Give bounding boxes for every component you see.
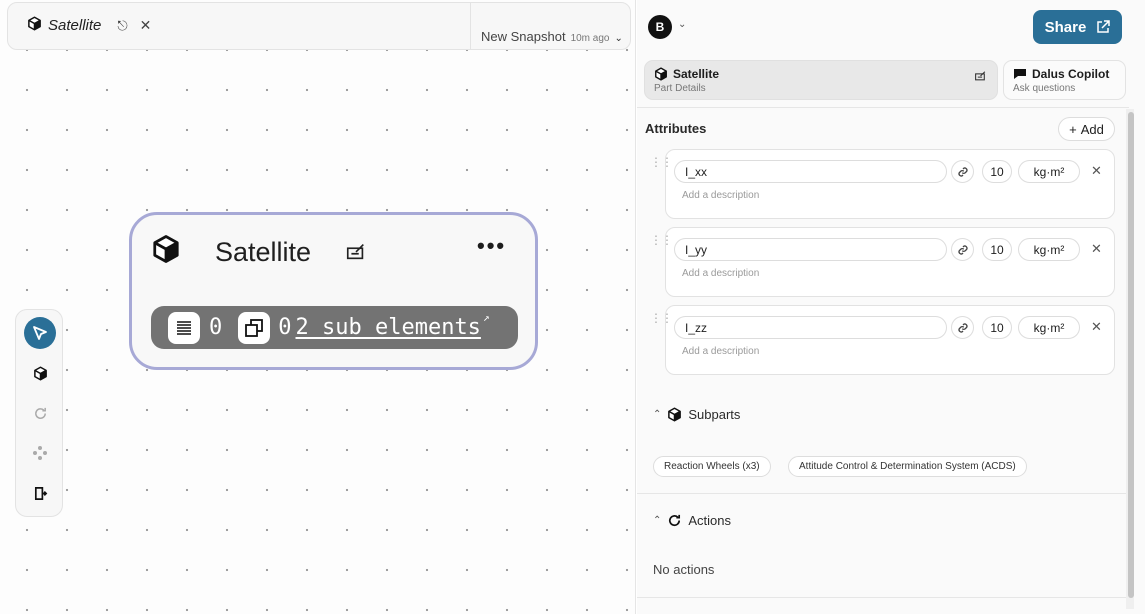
attribute-row: ⋮⋮ I_yy 10 kg·m² ✕ Add a description — [650, 227, 1115, 297]
tool-palette — [15, 309, 63, 517]
subparts-heading: Subparts — [688, 407, 741, 422]
snapshot-label: New Snapshot — [481, 29, 566, 44]
drag-handle-icon[interactable]: ⋮⋮ — [650, 156, 673, 168]
attribute-value-field[interactable]: 10 — [982, 238, 1012, 261]
attribute-value-field[interactable]: 10 — [982, 160, 1012, 183]
close-tab-icon[interactable]: ✕ — [140, 17, 152, 34]
diagram-canvas[interactable]: Satellite ⎋ ✕ New Snapshot 10m ago ⌄ Sat… — [0, 0, 636, 614]
cube-icon — [655, 67, 667, 81]
no-actions-text: No actions — [653, 562, 715, 577]
pin-icon[interactable]: ⎋ — [117, 18, 127, 34]
refresh-icon — [34, 407, 46, 419]
add-label: Add — [1080, 121, 1104, 137]
drag-handle-icon[interactable]: ⋮⋮ — [650, 312, 673, 324]
satellite-node[interactable]: Satellite ••• 0 0 2 sub elements ↗ — [129, 212, 538, 370]
exit-door-icon — [34, 486, 47, 500]
external-link-icon: ↗ — [482, 311, 490, 324]
cube-icon — [33, 366, 47, 380]
select-tool-button[interactable] — [24, 317, 56, 349]
attribute-value-field[interactable]: 10 — [982, 316, 1012, 339]
snapshot-time: 10m ago — [570, 33, 610, 44]
connect-tool-button[interactable] — [24, 437, 56, 469]
divider — [637, 107, 1129, 108]
subpart-chip[interactable]: Reaction Wheels (x3) — [653, 456, 771, 477]
connect-nodes-icon — [33, 446, 47, 460]
attribute-row: ⋮⋮ I_zz 10 kg·m² ✕ Add a description — [650, 305, 1115, 375]
chevron-up-icon: ⌃ — [653, 409, 662, 420]
tab-title: Dalus Copilot — [1032, 67, 1110, 81]
actions-section-toggle[interactable]: ⌃ Actions — [653, 513, 731, 528]
attribute-description-field[interactable]: Add a description — [682, 346, 759, 357]
edit-icon[interactable] — [974, 69, 987, 87]
tab-part-details[interactable]: Satellite Part Details — [644, 60, 998, 100]
part-count: 0 — [278, 315, 292, 340]
part-tool-button[interactable] — [24, 357, 56, 389]
details-panel: B ⌄ Share Satellite Part Details Dalus C… — [637, 0, 1145, 614]
user-avatar[interactable]: B — [648, 15, 672, 39]
edit-icon[interactable] — [345, 240, 367, 267]
remove-attribute-icon[interactable]: ✕ — [1091, 319, 1102, 335]
tab-subtitle: Ask questions — [1013, 83, 1076, 94]
plus-icon: + — [1069, 121, 1077, 137]
subparts-section-toggle[interactable]: ⌃ Subparts — [653, 407, 740, 422]
node-summary-bar: 0 0 2 sub elements ↗ — [151, 306, 518, 349]
attribute-name-field[interactable]: I_xx — [674, 160, 947, 183]
add-attribute-button[interactable]: + Add — [1058, 117, 1115, 141]
drag-handle-icon[interactable]: ⋮⋮ — [650, 234, 673, 246]
attribute-unit-select[interactable]: kg·m² — [1018, 316, 1080, 339]
attribute-description-field[interactable]: Add a description — [682, 190, 759, 201]
attribute-description-field[interactable]: Add a description — [682, 268, 759, 279]
divider — [470, 3, 471, 49]
snapshot-dropdown[interactable]: New Snapshot 10m ago ⌄ — [481, 29, 623, 44]
link-icon[interactable] — [951, 160, 974, 183]
actions-heading: Actions — [688, 513, 732, 528]
divider — [637, 493, 1126, 494]
tab-dalus-copilot[interactable]: Dalus Copilot Ask questions — [1003, 60, 1126, 100]
share-button[interactable]: Share — [1033, 10, 1122, 44]
sub-elements-link[interactable]: 2 sub elements — [296, 315, 481, 340]
refresh-icon — [669, 514, 681, 527]
exit-tool-button[interactable] — [24, 477, 56, 509]
share-label: Share — [1044, 18, 1087, 36]
canvas-tab-bar: Satellite ⎋ ✕ New Snapshot 10m ago ⌄ — [7, 2, 631, 50]
cube-icon — [27, 16, 42, 35]
attribute-count: 0 — [209, 315, 223, 340]
attribute-name-field[interactable]: I_yy — [674, 238, 947, 261]
tab-subtitle: Part Details — [654, 83, 706, 94]
attribute-name-field[interactable]: I_zz — [674, 316, 947, 339]
more-options-icon[interactable]: ••• — [477, 233, 506, 259]
tab-title: Satellite — [673, 67, 720, 81]
chevron-down-icon: ⌄ — [614, 33, 623, 44]
attribute-unit-select[interactable]: kg·m² — [1018, 238, 1080, 261]
scrollbar-thumb[interactable] — [1128, 112, 1134, 598]
attribute-row: ⋮⋮ I_xx 10 kg·m² ✕ Add a description — [650, 149, 1115, 219]
cube-icon — [151, 234, 181, 269]
cursor-arrow-icon — [33, 326, 47, 340]
tab-satellite[interactable]: Satellite ⎋ ✕ — [27, 16, 151, 35]
action-tool-button[interactable] — [24, 397, 56, 429]
remove-attribute-icon[interactable]: ✕ — [1091, 163, 1102, 179]
tab-title: Satellite — [48, 17, 102, 34]
node-title: Satellite — [215, 237, 312, 267]
remove-attribute-icon[interactable]: ✕ — [1091, 241, 1102, 257]
copilot-flag-icon — [1014, 69, 1026, 79]
attribute-unit-select[interactable]: kg·m² — [1018, 160, 1080, 183]
divider — [637, 597, 1126, 598]
attributes-heading: Attributes — [645, 121, 707, 136]
external-link-icon — [1097, 20, 1111, 33]
chevron-up-icon: ⌃ — [653, 515, 662, 526]
chevron-down-icon[interactable]: ⌄ — [678, 19, 686, 30]
link-icon[interactable] — [951, 238, 974, 261]
subpart-chip[interactable]: Attitude Control & Determination System … — [788, 456, 1027, 477]
cube-icon — [668, 407, 682, 422]
link-icon[interactable] — [951, 316, 974, 339]
parts-stack-icon — [238, 311, 271, 344]
attributes-list-icon — [168, 311, 200, 344]
